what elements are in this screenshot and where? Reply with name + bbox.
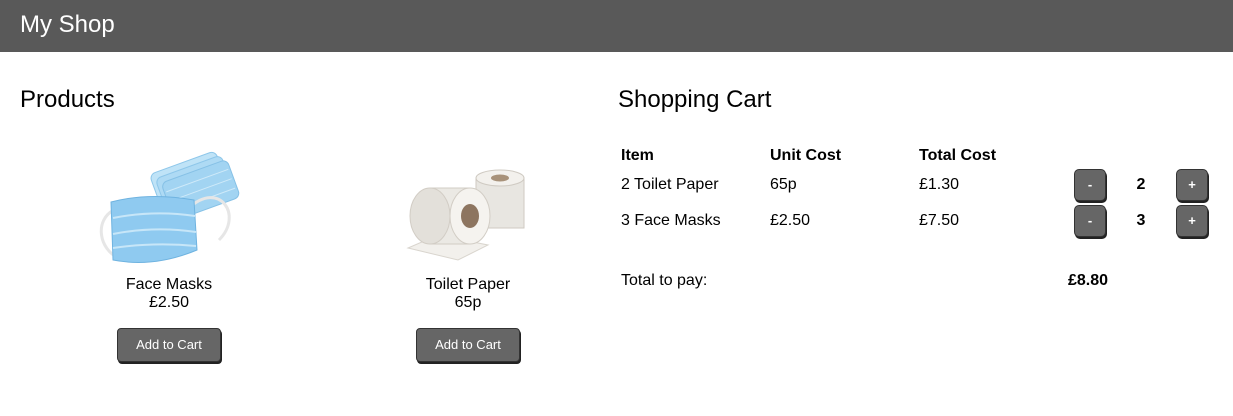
add-to-cart-button-face-masks[interactable]: Add to Cart (117, 328, 221, 362)
column-header-item: Item (621, 147, 654, 164)
cart-total-cost: £1.30 (919, 176, 960, 193)
face-masks-image (69, 140, 269, 275)
cart-total-cost: £7.50 (919, 212, 960, 229)
products-heading: Products (20, 86, 115, 113)
cart-unit-cost: £2.50 (770, 212, 811, 229)
product-name: Toilet Paper (425, 276, 511, 293)
quantity-value: 3 (1136, 212, 1146, 229)
column-header-total-cost: Total Cost (919, 147, 997, 164)
add-to-cart-button-toilet-paper[interactable]: Add to Cart (416, 328, 520, 362)
increase-quantity-button[interactable]: + (1176, 205, 1208, 237)
total-amount: £8.80 (1068, 272, 1109, 289)
product-price: 65p (454, 294, 482, 311)
cart-heading: Shopping Cart (618, 86, 772, 113)
cart-unit-cost: 65p (770, 176, 797, 193)
decrease-quantity-button[interactable]: - (1074, 205, 1106, 237)
product-name: Face Masks (125, 276, 213, 293)
quantity-value: 2 (1136, 176, 1146, 193)
cart-item-name: 3 Face Masks (621, 212, 721, 229)
product-price: £2.50 (148, 294, 190, 311)
cart-item-name: 2 Toilet Paper (621, 176, 719, 193)
total-label: Total to pay: (621, 272, 708, 289)
toilet-paper-image (368, 140, 568, 275)
app-title: My Shop (20, 11, 115, 38)
header-bar: My Shop (0, 0, 1233, 52)
product-card-face-masks: Face Masks £2.50 Add to Cart (69, 140, 269, 362)
decrease-quantity-button[interactable]: - (1074, 169, 1106, 201)
column-header-unit-cost: Unit Cost (770, 147, 842, 164)
product-card-toilet-paper: Toilet Paper 65p Add to Cart (368, 140, 568, 362)
increase-quantity-button[interactable]: + (1176, 169, 1208, 201)
